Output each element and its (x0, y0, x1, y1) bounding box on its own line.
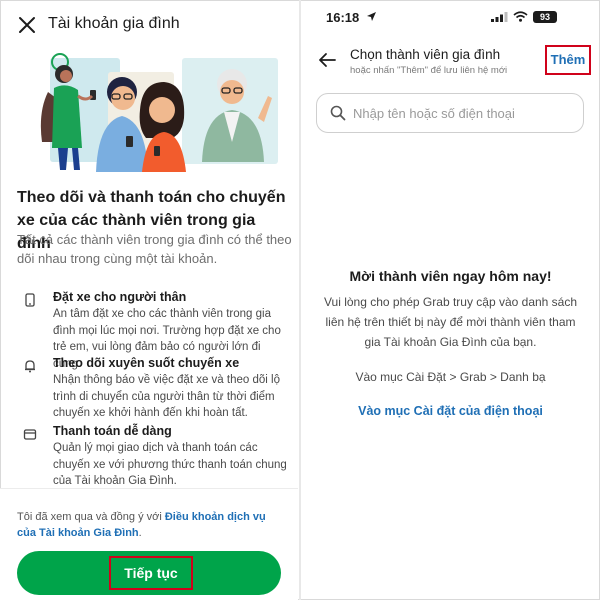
status-time: 16:18 (326, 10, 360, 25)
location-arrow-icon (367, 12, 376, 21)
status-bar: 16:18 93 (301, 0, 600, 30)
battery-indicator: 93 (533, 11, 557, 23)
intro-subline: Tất cả các thành viên trong gia đình có … (17, 232, 292, 266)
close-icon[interactable] (16, 14, 38, 36)
feature-title: Theo dõi xuyên suốt chuyến xe (53, 356, 240, 370)
feature-desc: Nhận thông báo về việc đặt xe và theo dõ… (53, 374, 280, 419)
feature-title: Thanh toán dễ dàng (53, 424, 172, 438)
page-subtitle: hoặc nhấn "Thêm" để lưu liên hệ mới (350, 65, 508, 76)
choose-member-header: Chọn thành viên gia đình hoặc nhấn "Thêm… (301, 40, 600, 84)
signal-icon (491, 12, 508, 22)
back-arrow-icon[interactable] (317, 50, 337, 70)
open-phone-settings-link[interactable]: Vào mục Cài đặt của điện thoại (301, 404, 600, 418)
wifi-icon (513, 11, 528, 22)
page-title: Tài khoản gia đình (48, 15, 180, 32)
continue-button-label: Tiếp tục (109, 556, 193, 590)
feature-title: Đặt xe cho người thân (53, 290, 187, 304)
search-icon (330, 105, 346, 121)
terms-prefix: Tôi đã xem qua và đồng ý với (17, 511, 165, 523)
search-input[interactable] (353, 102, 577, 124)
bell-icon (25, 360, 35, 373)
terms-suffix: . (138, 527, 142, 539)
terms-text: Tôi đã xem qua và đồng ý với Điều khoản … (17, 509, 285, 541)
feature-track-rides: Theo dõi xuyên suốt chuyến xe Nhận thông… (17, 355, 287, 419)
intro-header: Tài khoản gia đình (0, 0, 298, 50)
wallet-icon (23, 429, 37, 440)
invite-title: Mời thành viên ngay hôm nay! (349, 268, 552, 284)
phone-icon (25, 293, 35, 307)
feature-desc: Quản lý mọi giao dịch và thanh toán các … (53, 442, 287, 487)
settings-path: Vào mục Cài Đặt > Grab > Danh bạ (355, 370, 546, 384)
invite-description: Vui lòng cho phép Grab truy cập vào danh… (323, 295, 578, 349)
intro-footer: Tôi đã xem qua và đồng ý với Điều khoản … (0, 488, 298, 600)
feature-easy-payment: Thanh toán dễ dàng Quản lý mọi giao dịch… (17, 423, 287, 487)
add-contact-button[interactable]: Thêm (545, 45, 591, 75)
continue-button[interactable]: Tiếp tục (17, 551, 281, 595)
choose-member-screen: 16:18 93 Chọn thành viên gia đình hoặc n… (301, 0, 600, 600)
family-account-intro-screen: Tài khoản gia đình Theo dõi và thanh toá… (0, 0, 298, 600)
family-illustration (40, 53, 278, 172)
page-title: Chọn thành viên gia đình (350, 47, 501, 62)
feature-book-for-family: Đặt xe cho người thân An tâm đặt xe cho … (17, 289, 287, 370)
search-box[interactable] (316, 93, 584, 133)
